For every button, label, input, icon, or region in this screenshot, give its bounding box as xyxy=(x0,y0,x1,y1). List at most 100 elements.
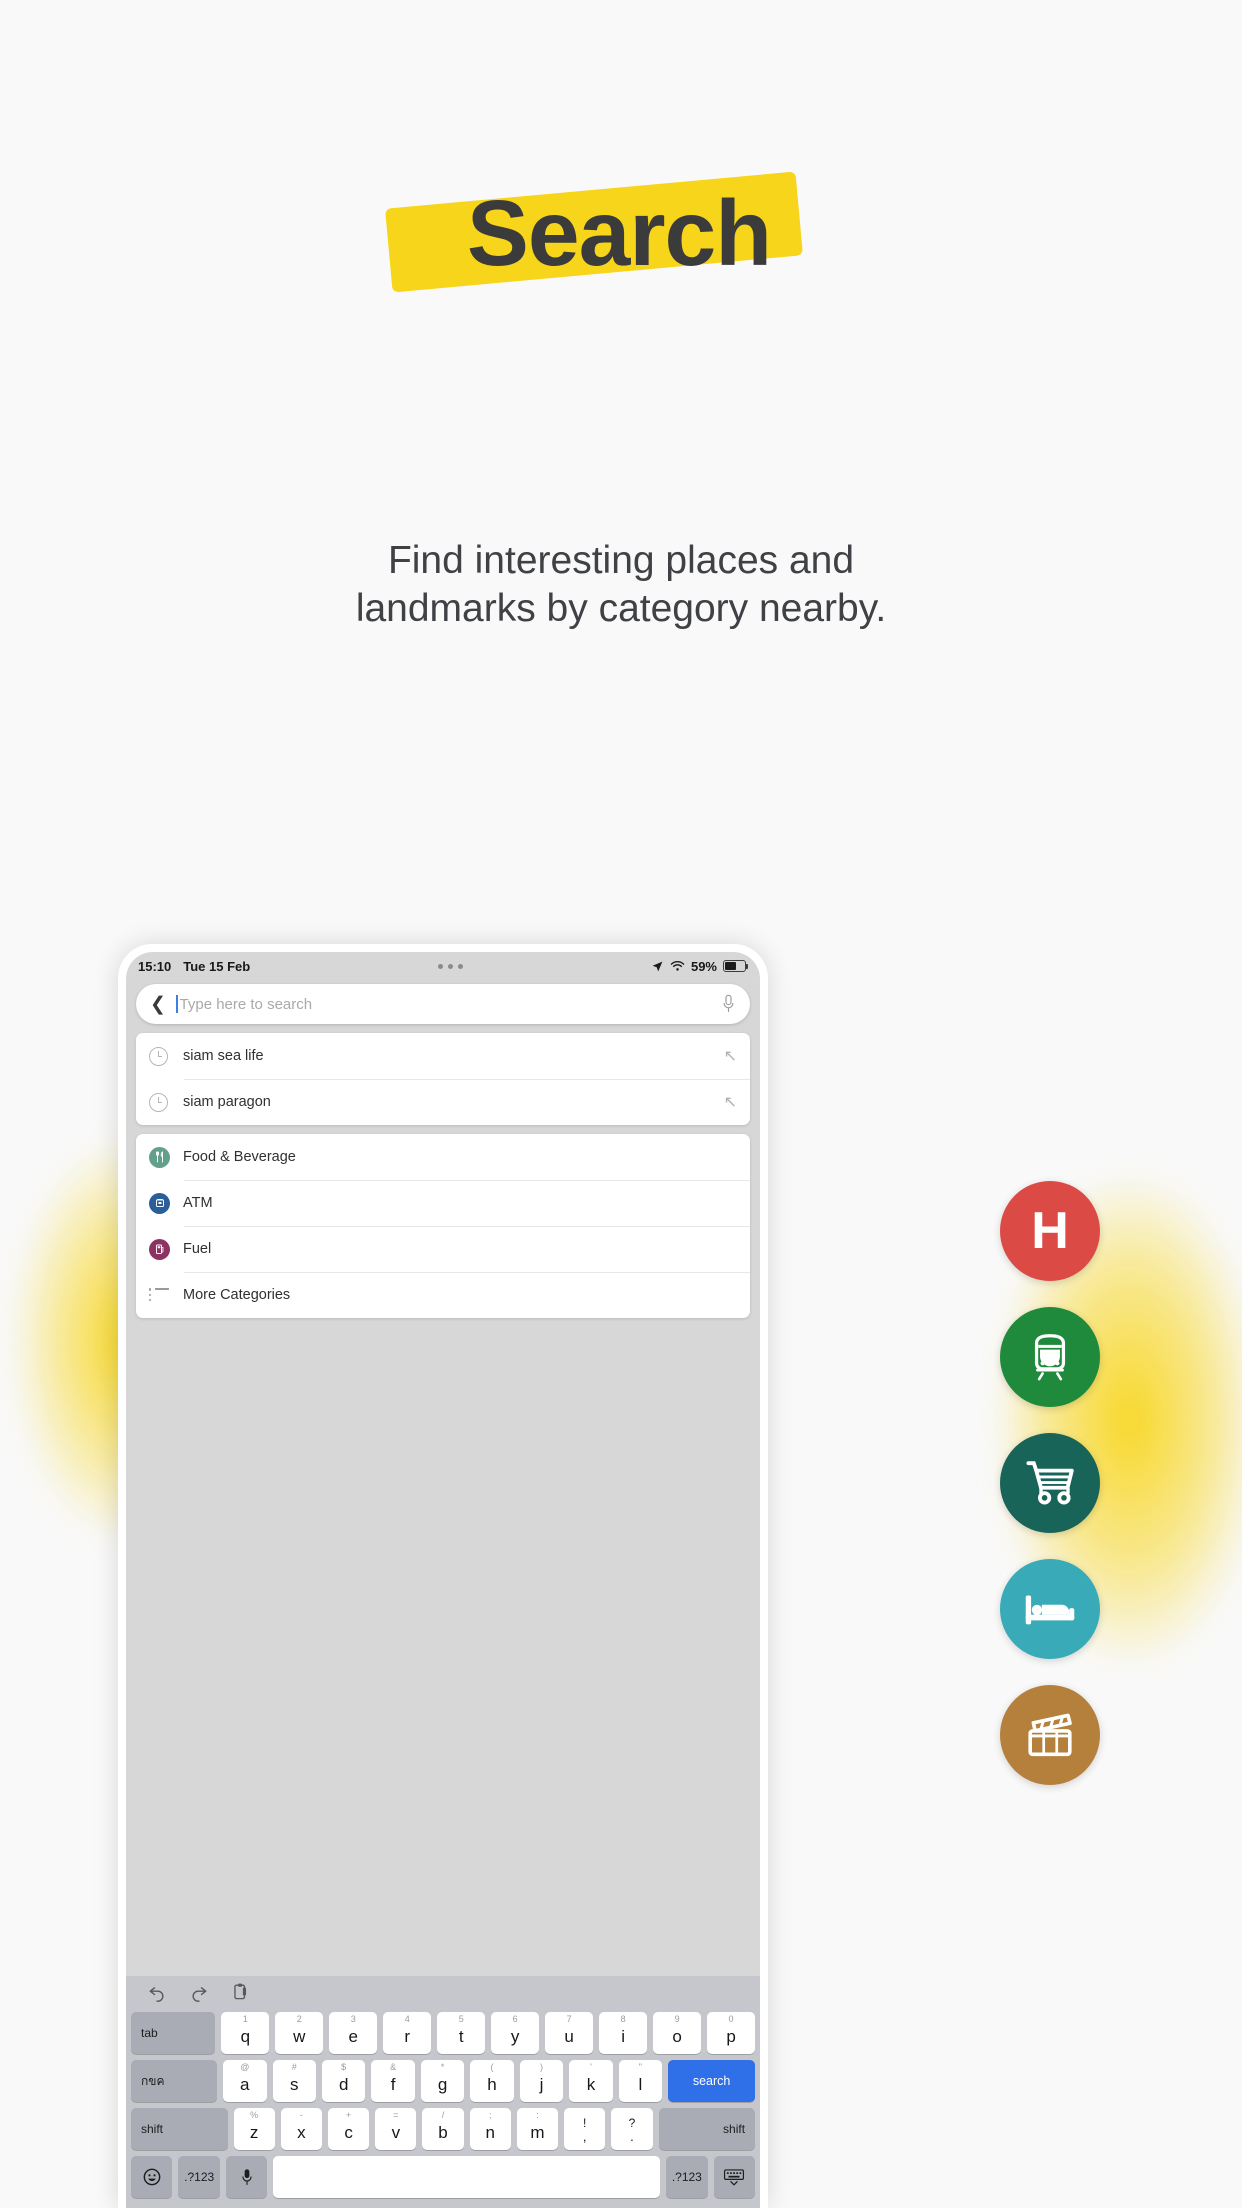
arrow-up-left-icon[interactable]: ↖ xyxy=(724,1046,737,1066)
key-e[interactable]: 3e xyxy=(329,2012,378,2054)
key-shift-right[interactable]: shift xyxy=(658,2108,756,2150)
arrow-up-left-icon[interactable]: ↖ xyxy=(724,1092,737,1112)
key-x[interactable]: -x xyxy=(280,2108,322,2150)
status-indicators: 59% xyxy=(651,958,749,974)
search-bar[interactable]: ❮ Type here to search xyxy=(136,984,750,1024)
key-j[interactable]: ) j xyxy=(519,2060,564,2102)
chevron-left-icon[interactable]: ❮ xyxy=(150,995,166,1014)
key-tab[interactable]: tab xyxy=(131,2012,216,2054)
recent-searches-card: siam sea life ↖ siam paragon ↖ xyxy=(136,1033,750,1125)
bed-icon xyxy=(1025,1595,1075,1625)
list-item[interactable]: siam sea life ↖ xyxy=(136,1033,750,1079)
microphone-icon[interactable] xyxy=(721,994,736,1014)
key-period[interactable]: ?. xyxy=(611,2108,653,2150)
key-z[interactable]: % z xyxy=(233,2108,275,2150)
key-comma[interactable]: !, xyxy=(564,2108,606,2150)
wifi-icon xyxy=(670,961,685,971)
key-numbers-left[interactable]: .?123 xyxy=(178,2156,220,2198)
key-alt: 7 xyxy=(566,2014,572,2024)
multitask-dots-icon[interactable] xyxy=(250,963,651,969)
paste-icon[interactable] xyxy=(231,1982,250,2006)
category-row-more[interactable]: More Categories xyxy=(136,1272,750,1318)
key-b[interactable]: / b xyxy=(422,2108,464,2150)
key-main: e xyxy=(348,2026,358,2046)
key-space[interactable] xyxy=(273,2156,661,2198)
shopping-cart-icon xyxy=(1026,1461,1074,1505)
fab-shopping[interactable] xyxy=(1000,1433,1100,1533)
key-main: o xyxy=(672,2026,682,2046)
key-k[interactable]: ' k xyxy=(569,2060,613,2102)
fuel-pump-icon xyxy=(149,1238,170,1260)
key-main: q xyxy=(240,2026,251,2046)
fab-hospital[interactable]: H xyxy=(1000,1181,1100,1281)
key-d[interactable]: $ d xyxy=(321,2060,366,2102)
key-v[interactable]: = v xyxy=(375,2108,417,2150)
fab-hotel[interactable] xyxy=(1000,1559,1100,1659)
search-input[interactable]: Type here to search xyxy=(180,996,721,1013)
battery-icon xyxy=(723,960,749,972)
keyboard-row-2: กขค @ a # s $ d & f * g (h ) j ' k " l search xyxy=(131,2060,756,2102)
device-screen: 15:10 Tue 15 Feb 59% ❮ Type here to sear… xyxy=(126,952,760,2208)
key-alt: & xyxy=(390,2062,397,2072)
key-main: l xyxy=(638,2074,643,2094)
key-w[interactable]: 2w xyxy=(275,2012,324,2054)
key-m[interactable]: :m xyxy=(516,2108,559,2150)
redo-icon[interactable] xyxy=(189,1982,209,2007)
key-main: t xyxy=(458,2026,464,2046)
battery-percent: 59% xyxy=(690,958,717,974)
key-i[interactable]: 8i xyxy=(599,2012,648,2054)
key-alt: ; xyxy=(488,2110,492,2120)
history-clock-icon xyxy=(149,1092,183,1112)
key-numbers-right[interactable]: .?123 xyxy=(666,2156,708,2198)
key-p[interactable]: 0p xyxy=(707,2012,756,2054)
key-alt: - xyxy=(299,2110,303,2120)
key-main: m xyxy=(530,2122,545,2142)
category-row-food-beverage[interactable]: Food & Beverage xyxy=(136,1134,750,1180)
key-alt: " xyxy=(638,2062,642,2072)
key-a[interactable]: @ a xyxy=(223,2060,267,2102)
key-u[interactable]: 7u xyxy=(545,2012,594,2054)
key-c[interactable]: + c xyxy=(327,2108,370,2150)
key-search-return[interactable]: search xyxy=(668,2060,756,2102)
recent-search-label: siam sea life xyxy=(183,1048,264,1064)
clapperboard-icon xyxy=(1028,1713,1072,1757)
category-label: More Categories xyxy=(183,1287,291,1303)
key-y[interactable]: 6y xyxy=(491,2012,540,2054)
key-q[interactable]: 1q xyxy=(221,2012,270,2054)
key-t[interactable]: 5t xyxy=(437,2012,486,2054)
fab-cinema[interactable] xyxy=(1000,1685,1100,1785)
key-n[interactable]: ; n xyxy=(469,2108,511,2150)
keyboard-row-3: shift % z -x + c = v / b ; n :m !, ?. shift xyxy=(131,2108,756,2150)
key-main: n xyxy=(485,2122,495,2142)
key-thai-layout[interactable]: กขค xyxy=(131,2060,218,2102)
key-g[interactable]: * g xyxy=(420,2060,465,2102)
key-main: u xyxy=(564,2026,574,2046)
key-alt: 8 xyxy=(620,2014,626,2024)
key-main: y xyxy=(510,2026,520,2046)
key-shift-left[interactable]: shift xyxy=(131,2108,228,2150)
key-r[interactable]: 4r xyxy=(383,2012,432,2054)
key-main: g xyxy=(437,2074,448,2094)
key-s[interactable]: # s xyxy=(272,2060,316,2102)
key-alt: 2 xyxy=(296,2014,302,2024)
key-f[interactable]: & f xyxy=(371,2060,415,2102)
category-row-fuel[interactable]: Fuel xyxy=(136,1226,750,1272)
key-h[interactable]: (h xyxy=(470,2060,514,2102)
key-main: p xyxy=(726,2026,736,2046)
fab-train[interactable] xyxy=(1000,1307,1100,1407)
list-icon xyxy=(149,1287,169,1303)
category-row-atm[interactable]: ATM xyxy=(136,1180,750,1226)
key-o[interactable]: 9o xyxy=(653,2012,702,2054)
key-dictation[interactable] xyxy=(225,2156,268,2198)
key-main: c xyxy=(344,2122,353,2142)
key-emoji[interactable] xyxy=(131,2156,173,2198)
key-alt: ) xyxy=(539,2062,543,2072)
hero-subtitle-line-2: landmarks by category nearby. xyxy=(355,586,887,630)
key-alt: / xyxy=(441,2110,445,2120)
recent-search-label: siam paragon xyxy=(183,1094,271,1110)
undo-icon[interactable] xyxy=(147,1982,167,2007)
list-item[interactable]: siam paragon ↖ xyxy=(136,1079,750,1125)
key-hide-keyboard[interactable] xyxy=(713,2156,755,2198)
key-l[interactable]: " l xyxy=(618,2060,663,2102)
key-main: . xyxy=(630,2128,634,2144)
